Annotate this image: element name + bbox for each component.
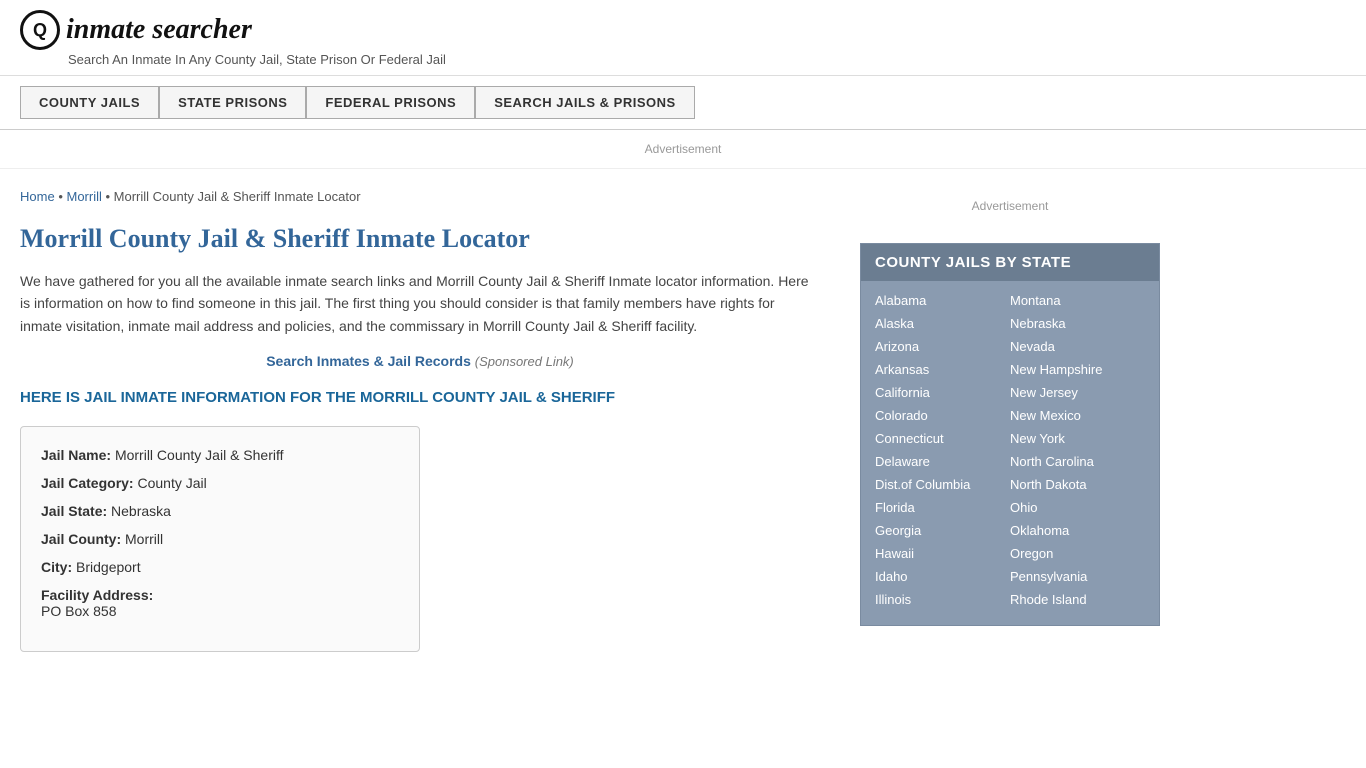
- state-link[interactable]: Nevada: [1010, 335, 1145, 358]
- jail-name-label: Jail Name:: [41, 447, 111, 463]
- breadcrumb-current: Morrill County Jail & Sheriff Inmate Loc…: [114, 189, 361, 204]
- state-link[interactable]: Dist.of Columbia: [875, 473, 1010, 496]
- logo-text-span: inmate searcher: [66, 14, 252, 45]
- page-title: Morrill County Jail & Sheriff Inmate Loc…: [20, 224, 820, 254]
- state-link[interactable]: Arkansas: [875, 358, 1010, 381]
- nav-county-jails[interactable]: COUNTY JAILS: [20, 86, 159, 119]
- state-link[interactable]: Ohio: [1010, 496, 1145, 519]
- state-link[interactable]: Alaska: [875, 312, 1010, 335]
- state-link[interactable]: New Jersey: [1010, 381, 1145, 404]
- main-layout: Home • Morrill • Morrill County Jail & S…: [0, 169, 1366, 672]
- state-link[interactable]: Colorado: [875, 404, 1010, 427]
- breadcrumb-home[interactable]: Home: [20, 189, 55, 204]
- jail-name-val: Morrill County Jail & Sheriff: [115, 447, 284, 463]
- nav-search-jails[interactable]: SEARCH JAILS & PRISONS: [475, 86, 694, 119]
- state-link[interactable]: Illinois: [875, 588, 1010, 611]
- jail-state-val: Nebraska: [111, 503, 171, 519]
- state-link[interactable]: Pennsylvania: [1010, 565, 1145, 588]
- ad-top-banner: Advertisement: [0, 130, 1366, 169]
- breadcrumb-morrill[interactable]: Morrill: [66, 189, 101, 204]
- state-link[interactable]: North Carolina: [1010, 450, 1145, 473]
- state-link[interactable]: Rhode Island: [1010, 588, 1145, 611]
- state-link[interactable]: California: [875, 381, 1010, 404]
- state-link[interactable]: Arizona: [875, 335, 1010, 358]
- state-link[interactable]: Idaho: [875, 565, 1010, 588]
- state-link[interactable]: New Hampshire: [1010, 358, 1145, 381]
- header: Q inmate searcher Search An Inmate In An…: [0, 0, 1366, 76]
- jail-county-val: Morrill: [125, 531, 163, 547]
- jail-state-label: Jail State:: [41, 503, 107, 519]
- ad-sidebar: Advertisement: [860, 189, 1160, 223]
- state-link[interactable]: North Dakota: [1010, 473, 1145, 496]
- state-link[interactable]: Oregon: [1010, 542, 1145, 565]
- facility-address-label: Facility Address:: [41, 587, 153, 603]
- state-box: COUNTY JAILS BY STATE AlabamaAlaskaArizo…: [860, 243, 1160, 626]
- section-heading: HERE IS JAIL INMATE INFORMATION FOR THE …: [20, 389, 820, 406]
- logo-text: inmate searcher: [66, 14, 252, 46]
- facility-address-value: PO Box 858: [41, 603, 399, 619]
- state-link[interactable]: New York: [1010, 427, 1145, 450]
- state-box-title: COUNTY JAILS BY STATE: [861, 244, 1159, 281]
- state-link[interactable]: New Mexico: [1010, 404, 1145, 427]
- tagline: Search An Inmate In Any County Jail, Sta…: [68, 52, 1346, 67]
- breadcrumb-sep2: •: [106, 189, 114, 204]
- nav-buttons: COUNTY JAILS STATE PRISONS FEDERAL PRISO…: [20, 86, 1346, 119]
- state-link[interactable]: Florida: [875, 496, 1010, 519]
- logo-icon: Q: [20, 10, 60, 50]
- content-area: Home • Morrill • Morrill County Jail & S…: [20, 169, 840, 672]
- state-link[interactable]: Connecticut: [875, 427, 1010, 450]
- states-right-col: MontanaNebraskaNevadaNew HampshireNew Je…: [1010, 289, 1145, 611]
- sponsored-link-area: Search Inmates & Jail Records (Sponsored…: [20, 353, 820, 369]
- logo-area: Q inmate searcher: [20, 10, 1346, 50]
- sponsored-link[interactable]: Search Inmates & Jail Records: [266, 353, 471, 369]
- state-columns: AlabamaAlaskaArizonaArkansasCaliforniaCo…: [861, 281, 1159, 625]
- state-link[interactable]: Hawaii: [875, 542, 1010, 565]
- jail-category-label: Jail Category:: [41, 475, 134, 491]
- info-row-city: City: Bridgeport: [41, 559, 399, 575]
- info-row-state: Jail State: Nebraska: [41, 503, 399, 519]
- info-row-address: Facility Address: PO Box 858: [41, 587, 399, 619]
- state-link[interactable]: Delaware: [875, 450, 1010, 473]
- nav-federal-prisons[interactable]: FEDERAL PRISONS: [306, 86, 475, 119]
- state-link[interactable]: Georgia: [875, 519, 1010, 542]
- description-text: We have gathered for you all the availab…: [20, 270, 820, 337]
- info-row-category: Jail Category: County Jail: [41, 475, 399, 491]
- city-label: City:: [41, 559, 72, 575]
- state-link[interactable]: Oklahoma: [1010, 519, 1145, 542]
- jail-county-label: Jail County:: [41, 531, 121, 547]
- state-link[interactable]: Nebraska: [1010, 312, 1145, 335]
- sponsored-label-text: (Sponsored Link): [475, 354, 574, 369]
- jail-category-val: County Jail: [137, 475, 206, 491]
- states-left-col: AlabamaAlaskaArizonaArkansasCaliforniaCo…: [875, 289, 1010, 611]
- breadcrumb: Home • Morrill • Morrill County Jail & S…: [20, 189, 820, 204]
- nav-bar: COUNTY JAILS STATE PRISONS FEDERAL PRISO…: [0, 76, 1366, 130]
- nav-state-prisons[interactable]: STATE PRISONS: [159, 86, 306, 119]
- state-link[interactable]: Montana: [1010, 289, 1145, 312]
- state-link[interactable]: Alabama: [875, 289, 1010, 312]
- city-val: Bridgeport: [76, 559, 141, 575]
- info-row-county: Jail County: Morrill: [41, 531, 399, 547]
- info-row-name: Jail Name: Morrill County Jail & Sheriff: [41, 447, 399, 463]
- sidebar: Advertisement COUNTY JAILS BY STATE Alab…: [840, 169, 1160, 672]
- info-box: Jail Name: Morrill County Jail & Sheriff…: [20, 426, 420, 652]
